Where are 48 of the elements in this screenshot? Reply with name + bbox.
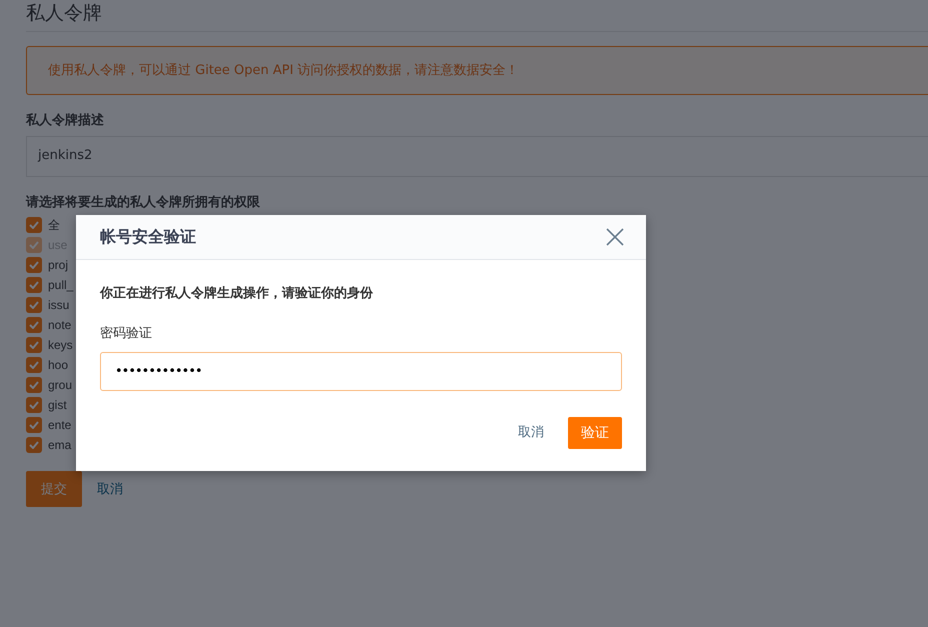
check-icon [29,401,39,410]
check-icon [29,321,39,330]
checkbox[interactable] [26,317,42,334]
checkbox-label: hoo [48,357,68,374]
check-icon [29,341,39,350]
field-label: 私人令牌描述 [26,112,105,130]
check-icon [29,221,39,230]
check-icon [29,301,39,310]
checkbox-label: note [48,317,72,334]
checkbox[interactable] [26,257,42,274]
checkbox[interactable] [26,417,42,434]
checkbox-label: 全 [48,217,60,234]
checkbox[interactable] [26,337,42,354]
check-icon [29,261,39,270]
close-button[interactable] [606,228,624,246]
check-icon [29,361,39,370]
field-label: 请选择将要生成的私人令牌所拥有的权限 [26,194,261,212]
checkbox-label: ema [48,437,72,454]
dialog-message: 你正在进行私人令牌生成操作，请验证你的身份 [100,285,374,303]
description-field[interactable]: jenkins2 [26,136,928,177]
checkbox-label: issu [48,297,70,314]
check-icon [29,381,39,390]
check-icon [29,421,39,430]
checkbox-label: pull_ [48,277,74,294]
checkbox-label: grou [48,377,72,394]
checkbox-label: keys [48,337,73,354]
page-title: 私人令牌 [26,0,928,32]
notice-alert: 使用私人令牌，可以通过 Gitee Open API 访问你授权的数据，请注意数据安全！ [26,46,928,96]
cancel-link[interactable]: 取消 [97,480,123,500]
checkbox[interactable] [26,277,42,294]
verify-button[interactable]: 验证 [568,417,622,449]
dialog-title: 帐号安全验证 [100,226,196,248]
password-field[interactable]: ••••••••••••• [100,352,622,391]
check-icon [29,281,39,290]
submit-button[interactable]: 提交 [26,471,82,508]
checkbox[interactable] [26,437,42,454]
checkbox-label: gist [48,397,67,414]
cancel-button[interactable]: 取消 [518,423,544,443]
checkbox[interactable] [26,377,42,394]
checkbox[interactable] [26,297,42,314]
checkbox-label: ente [48,417,72,434]
checkbox[interactable] [26,397,42,414]
checkbox[interactable] [26,357,42,374]
checkbox-label: proj [48,257,68,274]
field-label: 密码验证 [100,324,153,342]
check-icon [29,441,39,450]
checkbox[interactable] [26,217,42,234]
close-icon [606,228,624,246]
